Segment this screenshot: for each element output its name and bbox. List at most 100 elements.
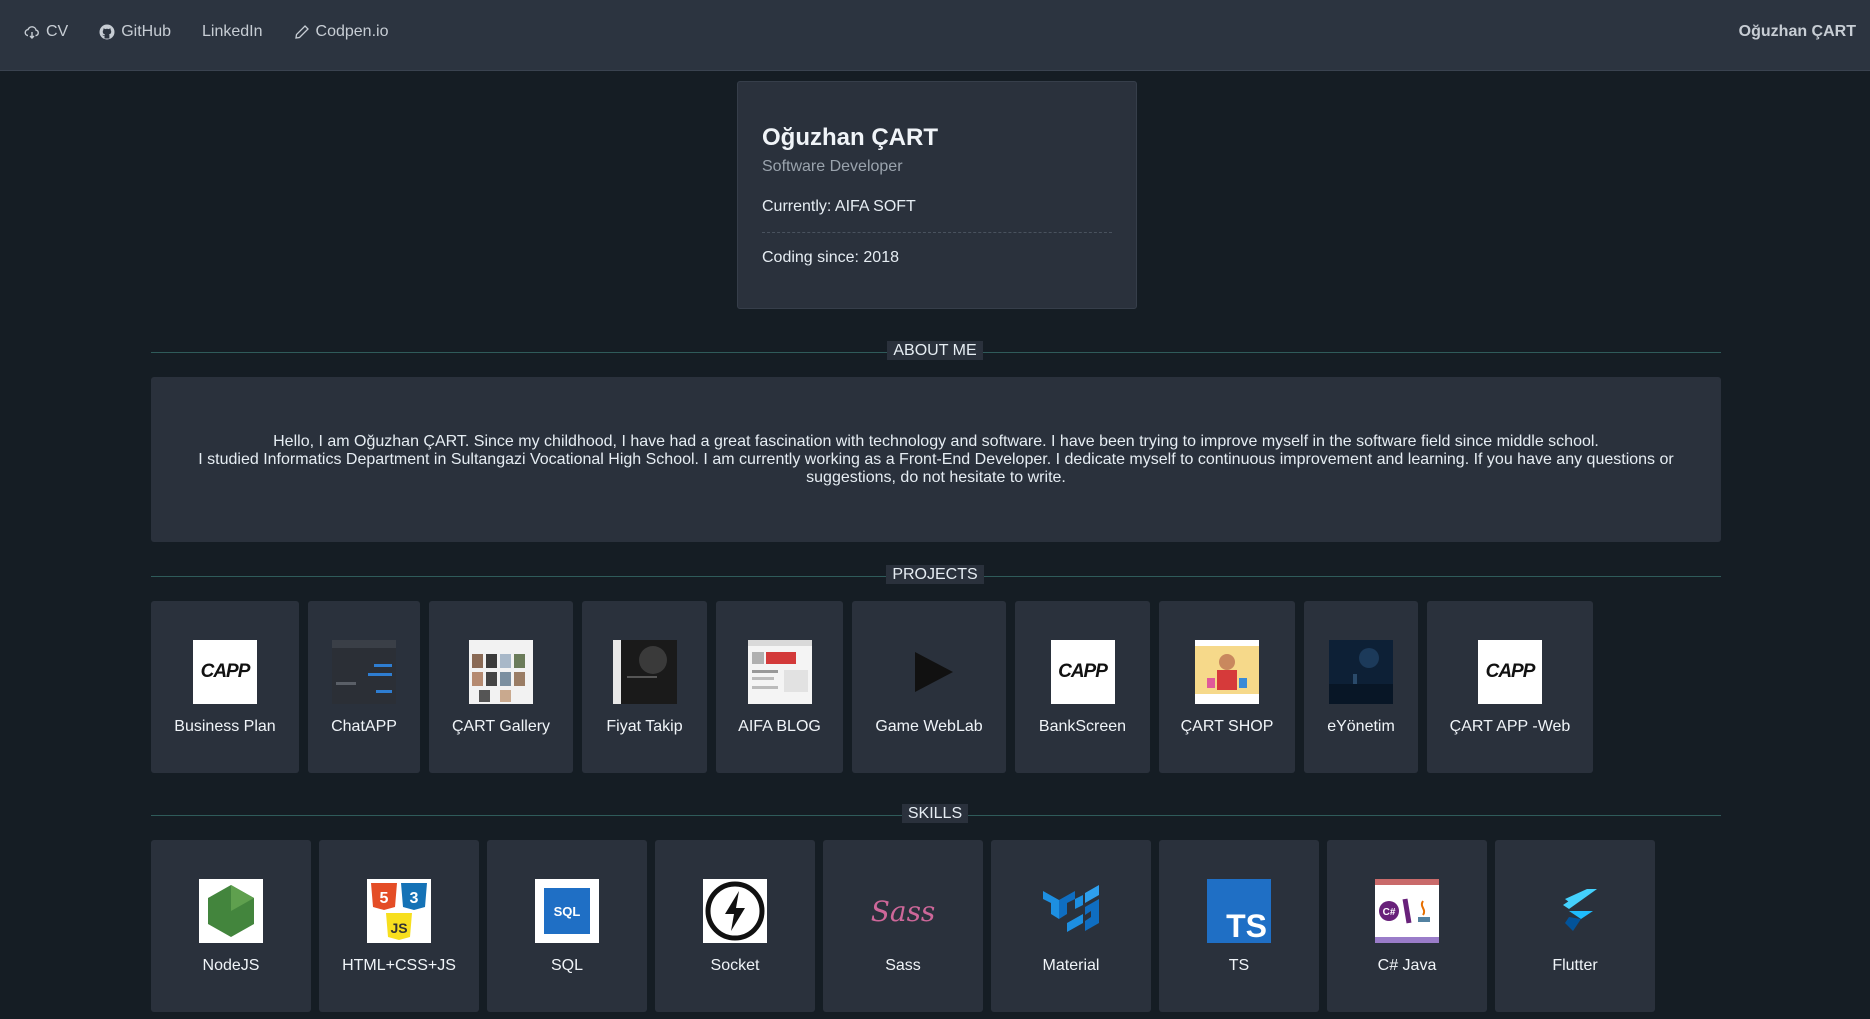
nav-codepen-label: Codpen.io: [315, 23, 389, 40]
project-label: Game WebLab: [875, 718, 983, 735]
skill-label: HTML+CSS+JS: [342, 957, 456, 974]
skills-heading: SKILLS: [0, 804, 1870, 823]
nav-cv-link[interactable]: CV: [24, 23, 68, 41]
skill-card[interactable]: C# C# Java: [1327, 840, 1487, 1012]
top-navbar: CV GitHub LinkedIn Codpen.io Oğuzhan ÇAR…: [0, 0, 1870, 71]
about-line-1: Hello, I am Oğuzhan ÇART. Since my child…: [273, 432, 1599, 450]
project-card[interactable]: CAPP ÇART APP -Web: [1427, 601, 1593, 773]
nodejs-icon: [199, 879, 263, 943]
nav-codepen-link[interactable]: Codpen.io: [294, 23, 389, 41]
skill-card[interactable]: Flutter: [1495, 840, 1655, 1012]
skill-label: Socket: [710, 957, 760, 974]
csharp-java-icon: C#: [1375, 879, 1439, 943]
svg-text:3: 3: [410, 890, 419, 907]
project-label: BankScreen: [1038, 718, 1127, 735]
gallery-screenshot: [469, 640, 533, 704]
brand-name[interactable]: Oğuzhan ÇART: [1739, 0, 1856, 64]
project-card[interactable]: CAPP BankScreen: [1015, 601, 1150, 773]
game-thumb: [897, 640, 961, 704]
sql-icon: SQL: [535, 879, 599, 943]
eyonetim-thumb: [1329, 640, 1393, 704]
blog-thumb: [747, 640, 812, 704]
capp-logo-thumb: CAPP: [1478, 640, 1542, 704]
pencil-icon: [294, 25, 309, 39]
html-css-js-icon: 5 3 JS: [367, 879, 431, 943]
cloud-download-icon: [24, 26, 39, 39]
skill-card[interactable]: Socket: [655, 840, 815, 1012]
play-icon: [915, 652, 953, 692]
about-heading-text: ABOUT ME: [887, 341, 983, 360]
project-card[interactable]: ChatAPP: [308, 601, 420, 773]
skill-label: Sass: [885, 957, 921, 974]
sql-icon-text: SQL: [553, 903, 581, 919]
skills-heading-text: SKILLS: [901, 804, 969, 823]
project-card[interactable]: CAPP Business Plan: [151, 601, 299, 773]
svg-text:C#: C#: [1383, 907, 1396, 918]
gallery-thumb: [469, 640, 533, 704]
skill-card[interactable]: SQL SQL: [487, 840, 647, 1012]
project-label: Fiyat Takip: [606, 718, 683, 735]
project-label: eYönetim: [1327, 718, 1395, 735]
profile-card: Oğuzhan ÇART Software Developer Currentl…: [737, 81, 1137, 309]
projects-heading: PROJECTS: [0, 565, 1870, 584]
project-label: ÇART Gallery: [451, 718, 551, 735]
skill-label: SQL: [550, 957, 583, 974]
skill-label: Material: [1042, 957, 1100, 974]
project-card[interactable]: eYönetim: [1304, 601, 1418, 773]
fiyat-thumb: [612, 640, 677, 704]
blog-screenshot: [747, 640, 812, 704]
nav-github-link[interactable]: GitHub: [99, 23, 171, 41]
skill-card[interactable]: NodeJS: [151, 840, 311, 1012]
nav-linkedin-link[interactable]: LinkedIn: [202, 23, 263, 41]
about-heading: ABOUT ME: [0, 341, 1870, 360]
project-card[interactable]: ÇART SHOP: [1159, 601, 1295, 773]
skill-label: NodeJS: [202, 957, 260, 974]
project-label: ÇART SHOP: [1180, 718, 1274, 735]
flutter-icon: [1543, 879, 1607, 943]
project-card[interactable]: Game WebLab: [852, 601, 1006, 773]
skill-label: TS: [1228, 957, 1250, 974]
github-icon: [99, 24, 115, 40]
nav-links: CV GitHub LinkedIn Codpen.io: [24, 0, 419, 64]
profile-currently: Currently: AIFA SOFT: [762, 198, 1112, 233]
about-text-box: Hello, I am Oğuzhan ÇART. Since my child…: [151, 377, 1721, 542]
ts-icon-text: TS: [1226, 908, 1267, 943]
project-label: Business Plan: [174, 718, 276, 735]
socketio-icon: [703, 879, 767, 943]
capp-logo-text: CAPP: [1058, 661, 1108, 682]
skill-card[interactable]: Sass Sass: [823, 840, 983, 1012]
skill-card[interactable]: Material: [991, 840, 1151, 1012]
sass-icon-text: Sass: [871, 894, 935, 928]
profile-name: Oğuzhan ÇART: [762, 124, 938, 151]
shop-screenshot: [1195, 640, 1259, 704]
night-screenshot: [1329, 640, 1393, 704]
project-card[interactable]: Fiyat Takip: [582, 601, 707, 773]
shop-thumb: [1195, 640, 1259, 704]
project-card[interactable]: ÇART Gallery: [429, 601, 573, 773]
chat-screenshot: [332, 640, 396, 704]
project-label: ChatAPP: [331, 718, 397, 735]
chat-thumb: [332, 640, 396, 704]
material-ui-icon: [1039, 879, 1103, 943]
skill-label: Flutter: [1552, 957, 1598, 974]
skill-card[interactable]: TS TS: [1159, 840, 1319, 1012]
profile-title: Software Developer: [762, 158, 903, 175]
project-card[interactable]: AIFA BLOG: [716, 601, 843, 773]
skills-row: NodeJS 5 3 JS HTML+CSS+JS SQL SQL Socket S…: [151, 840, 1663, 1012]
sass-icon: Sass: [871, 879, 935, 943]
capp-logo-text: CAPP: [1485, 661, 1536, 682]
dark-screenshot: [612, 640, 677, 704]
about-text: Hello, I am Oğuzhan ÇART. Since my child…: [181, 433, 1691, 487]
skill-card[interactable]: 5 3 JS HTML+CSS+JS: [319, 840, 479, 1012]
typescript-icon: TS: [1207, 879, 1271, 943]
projects-row: CAPP Business Plan ChatAPP ÇART Gallery …: [151, 601, 1602, 773]
capp-logo-thumb: CAPP: [193, 640, 257, 704]
nav-cv-label: CV: [46, 23, 69, 40]
skill-label: C# Java: [1377, 957, 1437, 974]
svg-text:JS: JS: [390, 920, 407, 936]
nav-linkedin-label: LinkedIn: [202, 23, 263, 40]
project-label: AIFA BLOG: [738, 718, 821, 735]
projects-heading-text: PROJECTS: [886, 565, 984, 584]
about-line-2: I studied Informatics Department in Sult…: [198, 450, 1674, 486]
capp-logo-thumb: CAPP: [1050, 640, 1115, 704]
